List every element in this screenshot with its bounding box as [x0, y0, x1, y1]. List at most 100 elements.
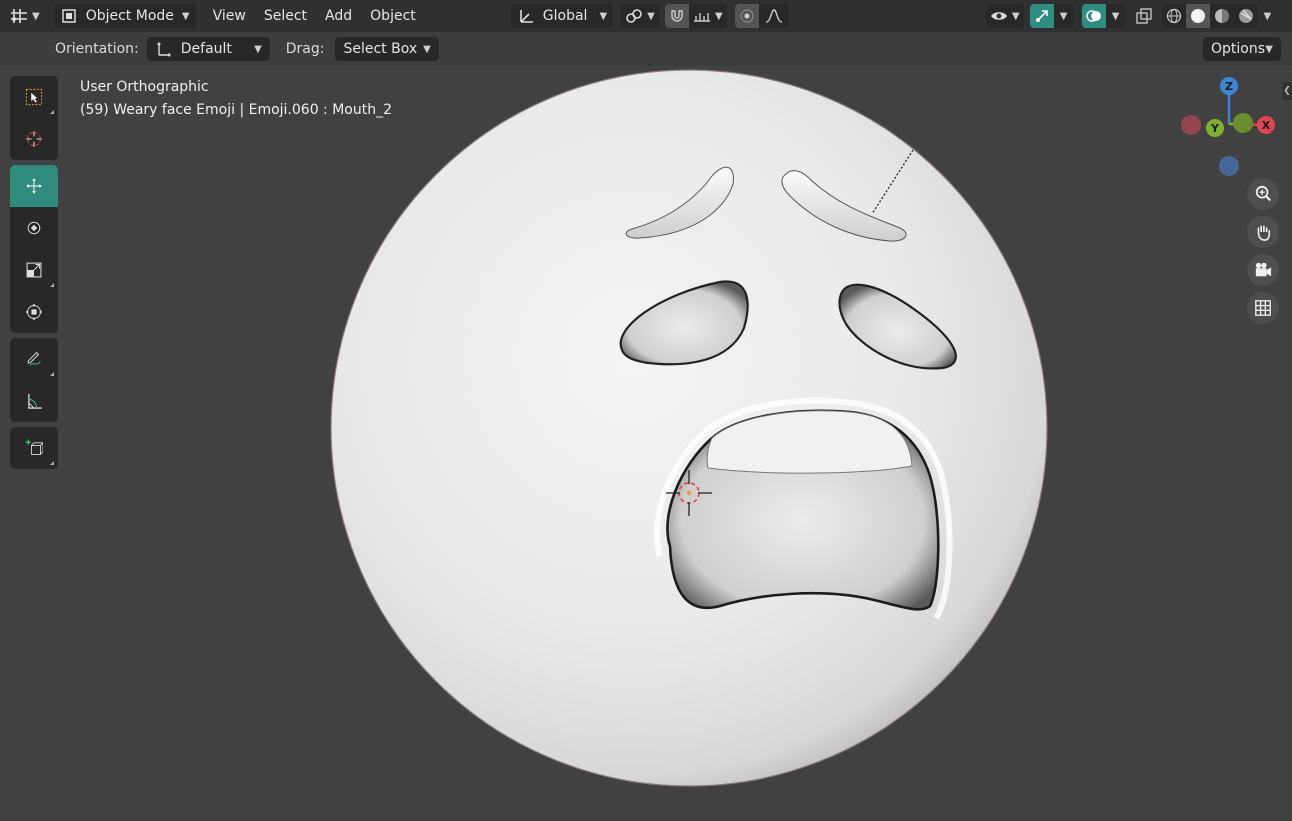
gizmo-y-label: Y [1210, 122, 1220, 135]
orientation-dropdown[interactable]: Default ▼ [146, 37, 270, 61]
shading-material[interactable] [1210, 4, 1234, 28]
orientation-label: Orientation: [55, 41, 139, 57]
proportional-edit-toggle[interactable] [734, 4, 759, 28]
cursor-icon [25, 130, 43, 148]
chevron-down-icon: ▼ [181, 10, 190, 22]
overlays-toggle[interactable] [1081, 4, 1106, 28]
select-box-icon [25, 88, 43, 106]
chevron-down-icon: ▼ [1059, 10, 1068, 22]
drag-dropdown[interactable]: Select Box ▼ [335, 37, 439, 61]
xray-toggle[interactable] [1132, 4, 1156, 28]
wireframe-sphere-icon [1165, 7, 1183, 25]
drag-label: Drag: [285, 41, 325, 57]
gizmo-dropdown[interactable]: ▼ [1054, 4, 1074, 28]
view-name: User Orthographic [80, 79, 209, 95]
gizmo-neg-y[interactable] [1233, 113, 1253, 133]
gizmo-neg-x[interactable] [1181, 115, 1201, 135]
orientation-axes-icon [517, 7, 535, 25]
grid-axes-icon [10, 7, 28, 25]
rotate-icon [25, 219, 43, 237]
orientation-value: Default [180, 41, 232, 57]
chevron-down-icon: ▼ [1263, 10, 1272, 22]
chevron-down-icon: ▼ [599, 10, 608, 22]
tool-annotate[interactable] [10, 338, 58, 380]
tool-transform[interactable] [10, 291, 58, 333]
chevron-down-icon: ▼ [1111, 10, 1120, 22]
zoom-icon [1254, 185, 1272, 203]
snap-toggle[interactable] [664, 4, 689, 28]
overlays-dropdown[interactable]: ▼ [1106, 4, 1126, 28]
menu-select[interactable]: Select [255, 4, 316, 28]
gizmo-x-label: X [1262, 119, 1271, 132]
menu-view[interactable]: View [204, 4, 255, 28]
proportional-dot-icon [738, 7, 756, 25]
measure-ruler-icon [25, 392, 43, 410]
tool-rotate[interactable] [10, 207, 58, 249]
header-menus: View Select Add Object [204, 4, 425, 28]
annotate-pencil-icon [25, 350, 43, 368]
tool-group-transform [10, 165, 58, 333]
orientation-gizmo-icon [155, 40, 173, 58]
add-cube-icon [25, 439, 43, 457]
shading-wireframe[interactable] [1162, 4, 1186, 28]
tool-scale[interactable] [10, 249, 58, 291]
camera-view-button[interactable] [1247, 254, 1279, 286]
mode-dropdown[interactable]: Object Mode ▼ [53, 4, 196, 28]
solid-sphere-icon [1189, 7, 1207, 25]
xray-icon [1135, 7, 1153, 25]
gizmo-toggle[interactable] [1029, 4, 1054, 28]
tool-cursor[interactable] [10, 118, 58, 160]
navigation-gizmo[interactable]: Y Z X [1175, 74, 1285, 184]
options-dropdown[interactable]: Options ▼ [1203, 37, 1281, 61]
tool-group-add [10, 427, 58, 469]
chevron-down-icon: ▼ [32, 10, 40, 22]
gizmo-arrow-icon [1033, 7, 1051, 25]
falloff-dropdown[interactable] [759, 4, 789, 28]
chevron-down-icon: ▼ [1011, 10, 1020, 22]
perspective-toggle-button[interactable] [1247, 292, 1279, 324]
increment-snap-icon [693, 7, 711, 25]
viewport-header: ▼ Object Mode ▼ View Select Add Object G… [0, 0, 1292, 32]
hand-icon [1254, 223, 1272, 241]
chevron-down-icon: ▼ [714, 10, 723, 22]
chevron-down-icon: ▼ [423, 43, 431, 55]
material-sphere-icon [1213, 7, 1231, 25]
gizmo-z-label: Z [1225, 80, 1233, 93]
viewport-info: User Orthographic (59) Weary face Emoji … [80, 76, 392, 122]
menu-add[interactable]: Add [316, 4, 361, 28]
link-icon [625, 7, 643, 25]
mode-label: Object Mode [85, 8, 174, 24]
proportional-edit-group [734, 4, 789, 28]
chevron-down-icon: ▼ [254, 43, 262, 55]
shading-solid[interactable] [1185, 4, 1210, 28]
scale-icon [25, 261, 43, 279]
snap-element-dropdown[interactable]: ▼ [689, 4, 727, 28]
transform-icon [25, 303, 43, 321]
transform-orientation-dropdown[interactable]: Global ▼ [510, 4, 614, 28]
options-label: Options [1211, 41, 1266, 57]
weary-face-emoji-model[interactable] [0, 66, 1292, 821]
menu-object[interactable]: Object [361, 4, 425, 28]
shading-dropdown[interactable]: ▼ [1260, 4, 1276, 28]
visibility-dropdown[interactable]: ▼ [985, 4, 1024, 28]
tool-move[interactable] [10, 165, 58, 207]
shading-rendered[interactable] [1234, 4, 1258, 28]
tool-add-cube[interactable] [10, 427, 58, 469]
chevron-down-icon: ▼ [647, 10, 655, 22]
shading-group [1161, 4, 1258, 28]
camera-icon [1254, 261, 1272, 279]
3d-viewport[interactable]: User Orthographic (59) Weary face Emoji … [0, 66, 1292, 821]
pan-button[interactable] [1247, 216, 1279, 248]
tool-measure[interactable] [10, 380, 58, 422]
tool-select-box[interactable] [10, 76, 58, 118]
gizmo-neg-z[interactable] [1219, 156, 1239, 176]
chevron-down-icon: ▼ [1265, 43, 1273, 55]
tool-settings-bar: Orientation: Default ▼ Drag: Select Box … [0, 32, 1292, 66]
eye-icon [990, 7, 1008, 25]
overlay-circles-icon [1085, 7, 1103, 25]
zoom-button[interactable] [1247, 178, 1279, 210]
editor-type-button[interactable]: ▼ [6, 4, 44, 28]
pivot-point-dropdown[interactable]: ▼ [621, 4, 659, 28]
object-info: (59) Weary face Emoji | Emoji.060 : Mout… [80, 102, 393, 118]
rendered-sphere-icon [1237, 7, 1255, 25]
